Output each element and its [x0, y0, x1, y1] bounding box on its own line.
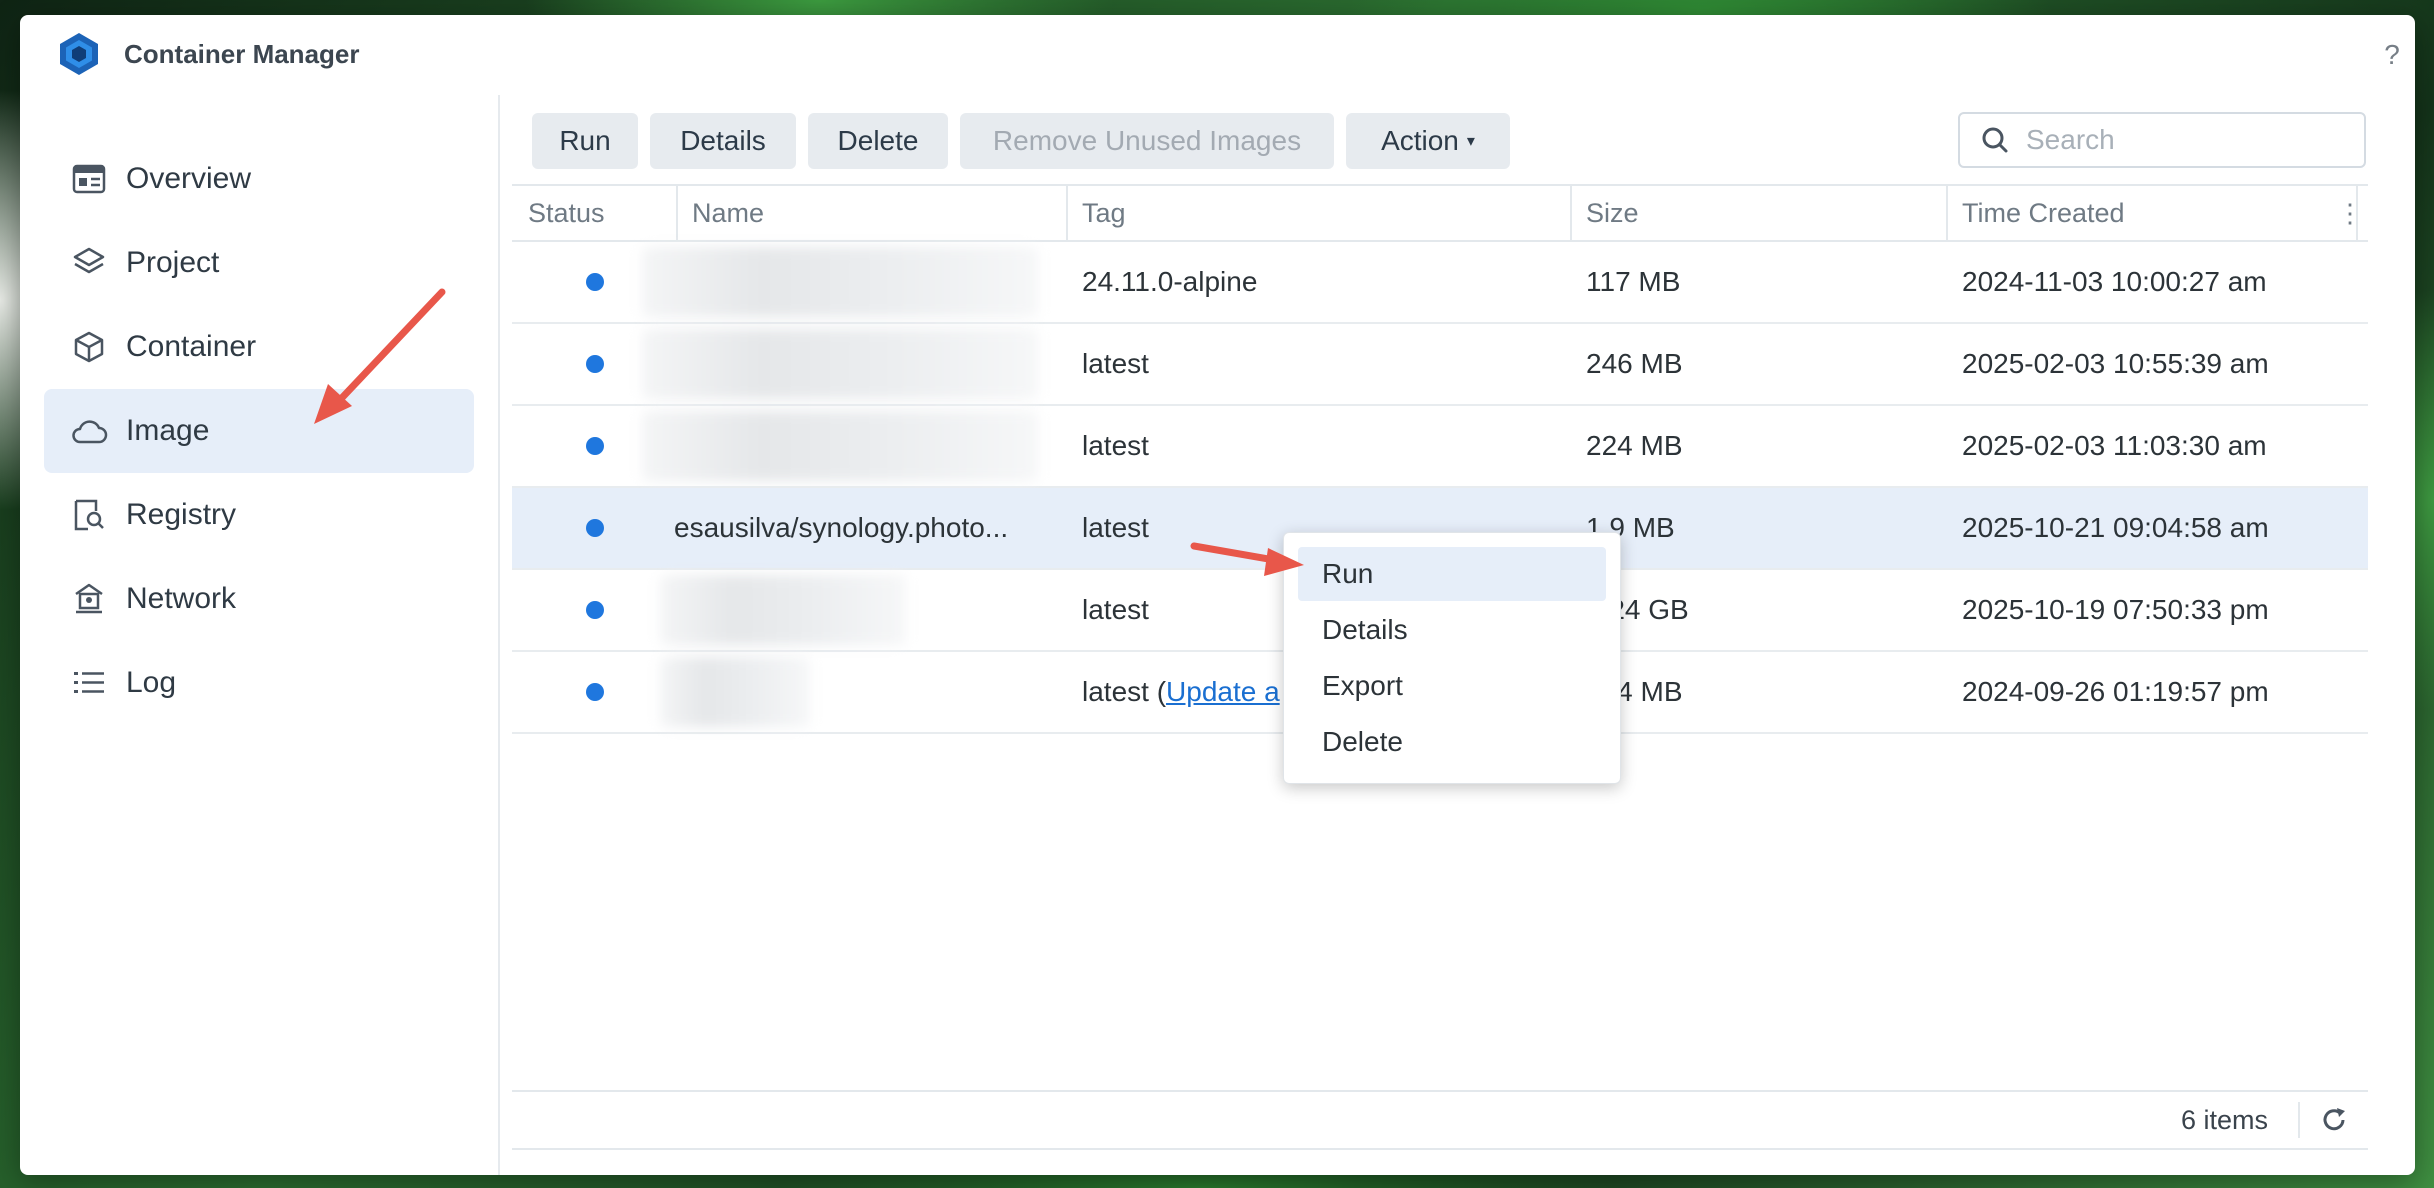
status-dot: [586, 273, 604, 291]
context-menu: Run Details Export Delete: [1283, 532, 1621, 784]
caret-down-icon: ▾: [1466, 133, 1475, 150]
sidebar-item-log[interactable]: Log: [44, 641, 474, 725]
redacted-name: [660, 657, 810, 727]
redacted-name: [642, 411, 1038, 481]
column-header-status[interactable]: Status: [512, 186, 676, 240]
status-dot: [586, 601, 604, 619]
context-menu-delete[interactable]: Delete: [1298, 715, 1606, 769]
column-header-time-created[interactable]: Time Created: [1946, 186, 2356, 240]
time-created-cell: 2025-02-03 11:03:30 am: [1962, 430, 2267, 461]
time-created-cell: 2025-10-19 07:50:33 pm: [1962, 594, 2269, 625]
time-created-cell: 2024-09-26 01:19:57 pm: [1962, 676, 2269, 707]
cube-icon: [68, 326, 110, 368]
tag-cell: latest: [1082, 594, 1149, 625]
size-cell: 117 MB: [1586, 266, 1681, 297]
sidebar-item-label: Project: [126, 246, 220, 279]
redacted-name: [660, 575, 906, 645]
refresh-button[interactable]: [2312, 1098, 2356, 1142]
sidebar-item-project[interactable]: Project: [44, 221, 474, 305]
run-button[interactable]: Run: [532, 113, 638, 169]
delete-button[interactable]: Delete: [808, 113, 948, 169]
table-footer: 6 items: [512, 1090, 2368, 1150]
remove-unused-images-button[interactable]: Remove Unused Images: [960, 113, 1334, 169]
window-title: Container Manager: [124, 39, 360, 69]
context-menu-export[interactable]: Export: [1298, 659, 1606, 713]
action-dropdown[interactable]: Action ▾: [1346, 113, 1510, 169]
sidebar-item-label: Log: [126, 666, 177, 699]
sidebar-item-label: Network: [126, 582, 237, 615]
sidebar-item-network[interactable]: Network: [44, 557, 474, 641]
details-button[interactable]: Details: [650, 113, 796, 169]
context-menu-run[interactable]: Run: [1298, 547, 1606, 601]
tag-cell: latest (Update a: [1082, 652, 1280, 732]
size-cell: 246 MB: [1586, 348, 1683, 379]
time-created-cell: 2024-11-03 10:00:27 am: [1962, 266, 2267, 297]
tag-cell: latest: [1082, 348, 1149, 379]
sidebar-item-label: Registry: [126, 498, 237, 531]
tag-cell: latest: [1082, 512, 1149, 543]
cloud-icon: [68, 410, 110, 452]
status-dot: [586, 437, 604, 455]
sidebar-item-image[interactable]: Image: [44, 389, 474, 473]
table-header: Status Name Tag Size Time Created ⋮: [512, 184, 2368, 242]
sidebar-item-label: Image: [126, 414, 210, 447]
title-bar: Container Manager ? — ☐: [20, 15, 2415, 95]
update-available-link[interactable]: Update a: [1166, 676, 1280, 708]
sidebar-item-overview[interactable]: Overview: [44, 137, 474, 221]
sidebar: Overview Project Container Image Registr…: [20, 95, 500, 1175]
redacted-name: [642, 247, 1038, 317]
status-dot: [586, 519, 604, 537]
sidebar-item-registry[interactable]: Registry: [44, 473, 474, 557]
network-icon: [68, 578, 110, 620]
search-box[interactable]: [1958, 112, 2366, 168]
status-dot: [586, 683, 604, 701]
column-header-size[interactable]: Size: [1570, 186, 1946, 240]
registry-search-icon: [68, 494, 110, 536]
tag-cell: 24.11.0-alpine: [1082, 266, 1258, 297]
column-options-icon[interactable]: ⋮: [2332, 186, 2368, 240]
search-input[interactable]: [2024, 123, 2348, 157]
layers-icon: [68, 242, 110, 284]
action-label: Action: [1381, 125, 1459, 156]
search-icon: [1982, 127, 2008, 153]
table-row[interactable]: 24.11.0-alpine 117 MB 2024-11-03 10:00:2…: [512, 242, 2368, 324]
sidebar-item-label: Overview: [126, 162, 252, 195]
time-created-cell: 2025-10-21 09:04:58 am: [1962, 512, 2269, 543]
column-header-tag[interactable]: Tag: [1066, 186, 1570, 240]
table-row[interactable]: latest 246 MB 2025-02-03 10:55:39 am: [512, 324, 2368, 406]
list-icon: [68, 662, 110, 704]
tag-text: latest (: [1082, 676, 1167, 707]
status-dot: [586, 355, 604, 373]
table-row[interactable]: latest 224 MB 2025-02-03 11:03:30 am: [512, 406, 2368, 488]
help-button[interactable]: ?: [2370, 33, 2414, 77]
sidebar-item-container[interactable]: Container: [44, 305, 474, 389]
container-manager-logo: [60, 33, 98, 75]
overview-icon: [68, 158, 110, 200]
name-cell: esausilva/synology.photo...: [674, 512, 1009, 543]
column-header-name[interactable]: Name: [676, 186, 1066, 240]
time-created-cell: 2025-02-03 10:55:39 am: [1962, 348, 2269, 379]
sidebar-item-label: Container: [126, 330, 257, 363]
context-menu-details[interactable]: Details: [1298, 603, 1606, 657]
items-count: 6 items: [2180, 1104, 2268, 1135]
redacted-name: [642, 329, 1038, 399]
size-cell: 224 MB: [1586, 430, 1683, 461]
refresh-icon: [2323, 1108, 2345, 1131]
tag-cell: latest: [1082, 430, 1149, 461]
